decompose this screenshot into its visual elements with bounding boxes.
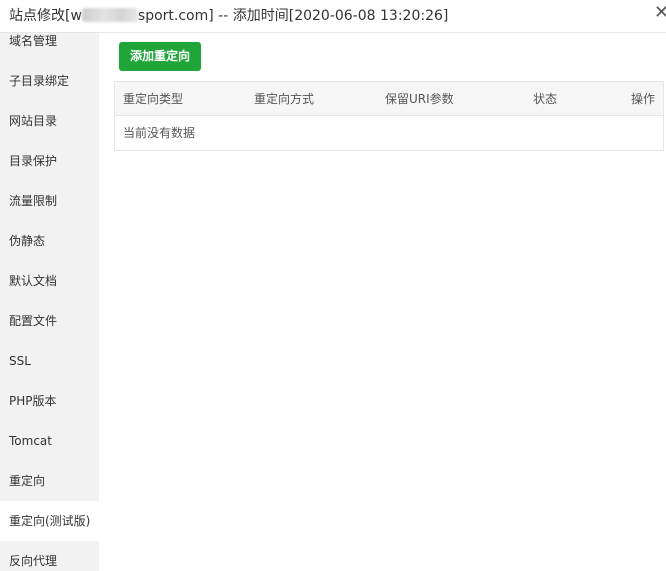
sidebar-item-rewrite[interactable]: 伪静态	[0, 221, 99, 261]
sidebar: 域名管理 子目录绑定 网站目录 目录保护 流量限制 伪静态 默认文档 配置文件 …	[0, 33, 99, 571]
title-prefix: 站点修改[w	[9, 8, 82, 24]
sidebar-item-traffic-limit[interactable]: 流量限制	[0, 181, 99, 221]
sidebar-item-php-version[interactable]: PHP版本	[0, 381, 99, 421]
column-header-actions: 操作	[630, 92, 655, 106]
column-header-redirect-type: 重定向类型	[123, 92, 184, 106]
sidebar-item-domain[interactable]: 域名管理	[0, 33, 99, 61]
empty-table-message: 当前没有数据	[123, 126, 196, 140]
redacted-domain	[81, 8, 138, 22]
column-header-redirect-method: 重定向方式	[254, 92, 315, 106]
sidebar-item-redirect[interactable]: 重定向	[0, 461, 99, 501]
sidebar-item-redirect-beta[interactable]: 重定向(测试版)	[0, 501, 99, 541]
column-header-keep-uri: 保留URI参数	[385, 92, 454, 106]
add-redirect-button[interactable]: 添加重定向	[119, 42, 201, 71]
sidebar-item-default-doc[interactable]: 默认文档	[0, 261, 99, 301]
main-panel: 添加重定向 重定向类型 重定向方式 保留URI参数 状态 操作 当前没有数据	[99, 33, 666, 571]
sidebar-item-site-directory[interactable]: 网站目录	[0, 101, 99, 141]
sidebar-item-ssl[interactable]: SSL	[0, 341, 99, 381]
sidebar-item-tomcat[interactable]: Tomcat	[0, 421, 99, 461]
redirect-table: 重定向类型 重定向方式 保留URI参数 状态 操作 当前没有数据	[114, 81, 664, 151]
column-header-status: 状态	[533, 92, 558, 106]
table-header: 重定向类型 重定向方式 保留URI参数 状态 操作	[115, 82, 663, 116]
sidebar-item-subdir-binding[interactable]: 子目录绑定	[0, 61, 99, 101]
title-suffix: sport.com] -- 添加时间[2020-06-08 13:20:26]	[137, 8, 449, 24]
sidebar-item-dir-protect[interactable]: 目录保护	[0, 141, 99, 181]
dialog-title: 站点修改[w sport.com] -- 添加时间[2020-06-08 13:2…	[9, 5, 448, 25]
sidebar-item-config-file[interactable]: 配置文件	[0, 301, 99, 341]
close-icon[interactable]: ✕	[654, 4, 666, 22]
sidebar-item-reverse-proxy[interactable]: 反向代理	[0, 541, 99, 571]
dialog-title-bar: 站点修改[w sport.com] -- 添加时间[2020-06-08 13:2…	[0, 0, 666, 33]
